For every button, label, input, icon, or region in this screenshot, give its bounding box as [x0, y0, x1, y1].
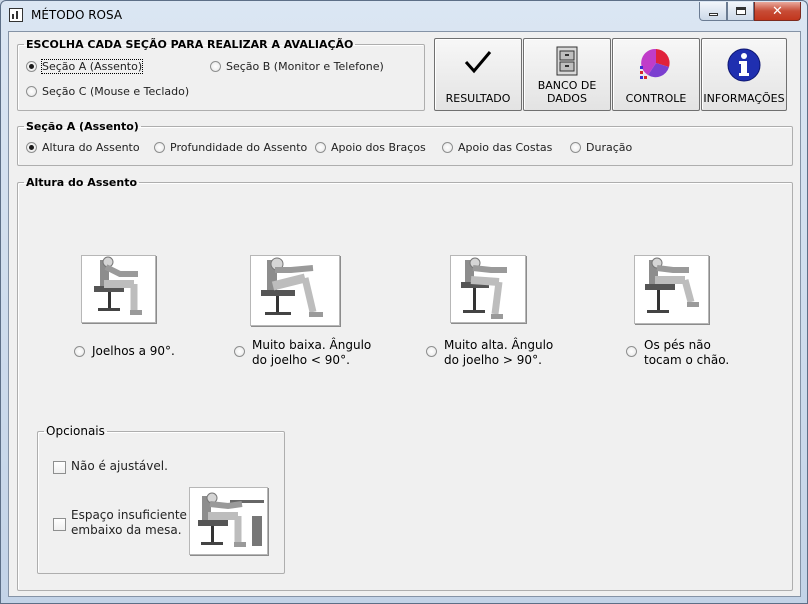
radio-button[interactable]: [74, 346, 85, 357]
file-cabinet-icon: [556, 46, 578, 76]
section-a-legend: Seção A (Assento): [26, 120, 139, 133]
minimize-icon: [708, 12, 718, 16]
optional-legend: Opcionais: [46, 424, 105, 438]
radio-apoio-das-costas[interactable]: Apoio das Costas: [442, 141, 552, 154]
title-bar[interactable]: MÉTODO ROSA ✕: [1, 1, 807, 31]
close-button[interactable]: ✕: [754, 2, 801, 21]
radio-button[interactable]: [26, 86, 37, 97]
radio-secao-a[interactable]: Seção A (Assento): [26, 59, 144, 74]
checkbox-label-line1: Espaço insuficiente: [71, 508, 187, 522]
option-label-line1: Os pés não: [644, 338, 711, 352]
informacoes-button[interactable]: INFORMAÇÕES: [701, 38, 787, 111]
informacoes-label: INFORMAÇÕES: [703, 92, 785, 105]
option-label-line2: do joelho < 90°.: [252, 353, 350, 367]
seated-figure-illustration: [461, 257, 507, 319]
checkbox-nao-ajustavel[interactable]: Não é ajustável.: [53, 459, 253, 475]
posture-image-knees-90: [81, 255, 156, 323]
option-label-line1: Muito alta. Ângulo: [444, 338, 554, 352]
maximize-icon: [735, 7, 746, 15]
radio-button[interactable]: [315, 142, 326, 153]
radio-altura-label: Altura do Assento: [42, 141, 140, 154]
radio-button[interactable]: [570, 142, 581, 153]
seat-height-legend: Altura do Assento: [26, 176, 138, 189]
checkbox[interactable]: [53, 518, 66, 531]
seated-figure-illustration: [645, 257, 699, 313]
option-label-line2: tocam o chão.: [644, 353, 730, 367]
maximize-button[interactable]: [727, 2, 754, 21]
pie-chart-icon: [640, 48, 670, 79]
radio-duracao[interactable]: Duração: [570, 141, 632, 154]
under-desk-space-image: [189, 487, 268, 555]
radio-apoio-dos-bracos[interactable]: Apoio dos Braços: [315, 141, 426, 154]
checkbox[interactable]: [53, 461, 66, 474]
option-label-line1: Joelhos a 90°.: [92, 344, 175, 358]
info-icon: [727, 48, 761, 82]
checkmark-icon: [464, 51, 492, 74]
radio-button[interactable]: [210, 61, 221, 72]
client-area: ESCOLHA CADA SEÇÃO PARA REALIZAR A AVALI…: [8, 31, 801, 597]
radio-secao-a-label: Seção A (Assento): [40, 59, 144, 74]
radio-button[interactable]: [154, 142, 165, 153]
banco-de-dados-label-1: BANCO DE: [537, 79, 597, 92]
radio-apoio-costas-label: Apoio das Costas: [458, 141, 553, 154]
seated-figure-illustration: [94, 256, 142, 315]
radio-button[interactable]: [442, 142, 453, 153]
checkbox-label-line2: embaixo da mesa.: [71, 523, 182, 537]
seated-figure-at-desk-illustration: [198, 492, 264, 547]
radio-joelhos-90[interactable]: Joelhos a 90°.: [74, 344, 175, 358]
radio-button[interactable]: [626, 346, 637, 357]
checkbox-label: Não é ajustável.: [71, 459, 168, 473]
radio-altura-do-assento[interactable]: Altura do Assento: [26, 141, 140, 154]
radio-duracao-label: Duração: [586, 141, 633, 154]
radio-button-selected[interactable]: [26, 142, 37, 153]
controle-label: CONTROLE: [625, 92, 687, 105]
resultado-button[interactable]: RESULTADO: [434, 38, 522, 111]
resultado-label: RESULTADO: [445, 92, 511, 105]
radio-muito-alta[interactable]: Muito alta. Ângulo do joelho > 90°.: [426, 338, 553, 367]
radio-profundidade-label: Profundidade do Assento: [170, 141, 308, 154]
window-title: MÉTODO ROSA: [31, 8, 123, 22]
section-select-legend: ESCOLHA CADA SEÇÃO PARA REALIZAR A AVALI…: [26, 38, 354, 51]
radio-button[interactable]: [426, 346, 437, 357]
radio-pes-nao-tocam[interactable]: Os pés não tocam o chão.: [626, 338, 729, 367]
posture-image-too-low: [250, 255, 340, 326]
radio-button[interactable]: [234, 346, 245, 357]
close-icon: ✕: [772, 3, 783, 19]
posture-image-feet-off-floor: [634, 255, 709, 324]
radio-secao-c[interactable]: Seção C (Mouse e Teclado): [26, 85, 189, 98]
radio-button-selected[interactable]: [26, 61, 37, 72]
banco-de-dados-label-2: DADOS: [547, 92, 587, 105]
controle-button[interactable]: CONTROLE: [612, 38, 700, 111]
banco-de-dados-button[interactable]: BANCO DE DADOS: [523, 38, 611, 111]
radio-profundidade-do-assento[interactable]: Profundidade do Assento: [154, 141, 307, 154]
seated-figure-illustration: [261, 257, 323, 317]
section-select-group: ESCOLHA CADA SEÇÃO PARA REALIZAR A AVALI…: [17, 38, 425, 111]
checkbox-espaco-insuficiente[interactable]: Espaço insuficiente embaixo da mesa.: [53, 508, 193, 540]
posture-image-too-high: [450, 255, 526, 323]
app-window: MÉTODO ROSA ✕ ESCOLHA CADA SEÇÃO PARA RE…: [0, 0, 808, 604]
option-label-line2: do joelho > 90°.: [444, 353, 542, 367]
radio-muito-baixa[interactable]: Muito baixa. Ângulo do joelho < 90°.: [234, 338, 371, 367]
radio-secao-c-label: Seção C (Mouse e Teclado): [42, 85, 190, 98]
option-label-line1: Muito baixa. Ângulo: [252, 338, 372, 352]
radio-secao-b[interactable]: Seção B (Monitor e Telefone): [210, 60, 384, 73]
app-icon: [9, 8, 23, 22]
radio-apoio-bracos-label: Apoio dos Braços: [331, 141, 426, 154]
radio-secao-b-label: Seção B (Monitor e Telefone): [226, 60, 384, 73]
minimize-button[interactable]: [699, 2, 727, 21]
